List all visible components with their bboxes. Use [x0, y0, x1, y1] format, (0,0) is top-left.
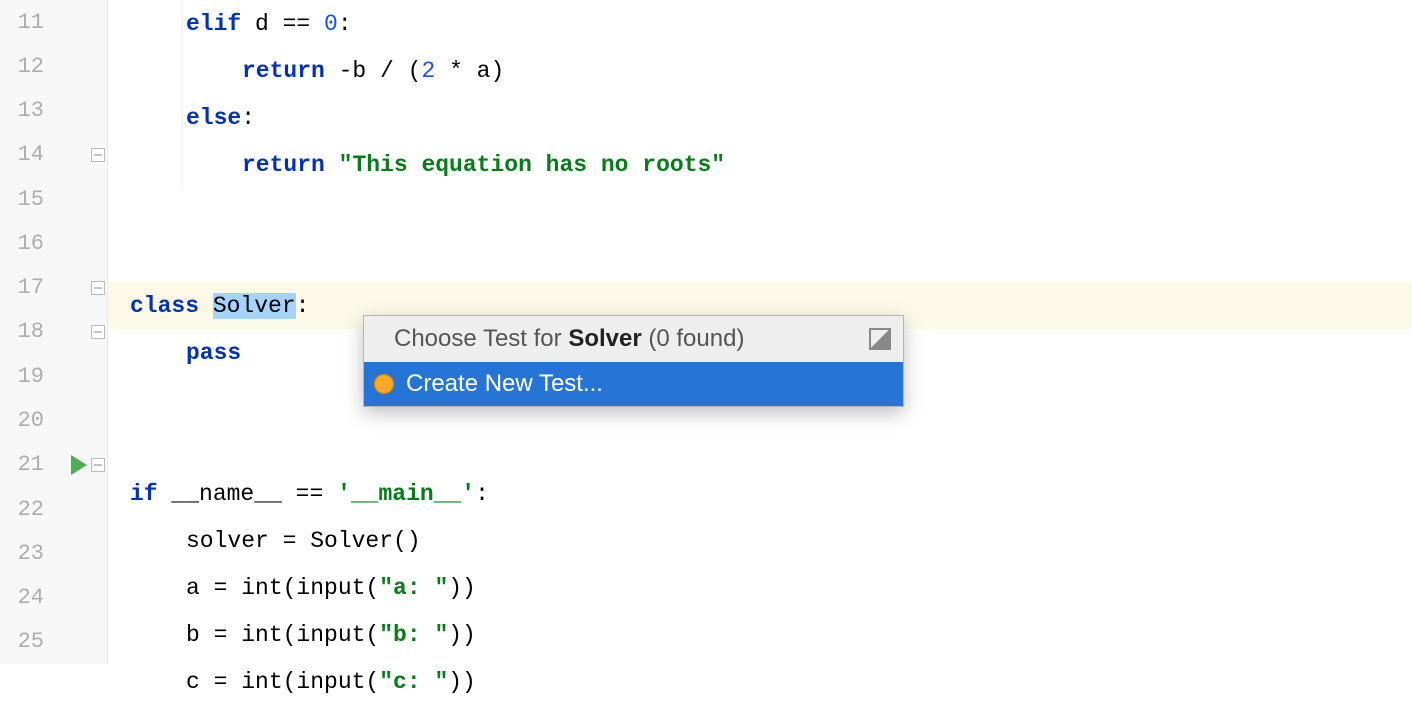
code-line[interactable]: c = int(input("c: ")): [108, 658, 1412, 705]
line-number: 21: [0, 452, 50, 477]
line-number: 25: [0, 629, 50, 654]
choose-test-popup: Choose Test for Solver (0 found) Create …: [363, 315, 904, 407]
keyword: if: [130, 481, 158, 507]
string-literal: "This equation has no roots": [339, 152, 725, 178]
code-text: a = int(input(: [186, 575, 379, 601]
code-text: c = int(input(: [186, 669, 379, 695]
string-literal: "a: ": [379, 575, 448, 601]
line-number: 18: [0, 319, 50, 344]
code-text: ==: [282, 481, 337, 507]
number-literal: 2: [421, 58, 435, 84]
string-literal: "c: ": [379, 669, 448, 695]
pin-icon[interactable]: [869, 328, 891, 350]
code-text: solver = Solver(): [186, 528, 421, 554]
number-literal: 0: [324, 11, 338, 37]
code-text: d ==: [241, 11, 324, 37]
line-number: 22: [0, 497, 50, 522]
fold-close-icon[interactable]: [91, 325, 105, 339]
popup-header-text: Choose Test for: [394, 325, 568, 353]
popup-item-label: Create New Test...: [406, 370, 603, 398]
keyword: return: [242, 58, 325, 84]
identifier: __name__: [171, 481, 281, 507]
keyword: else: [186, 105, 241, 131]
code-text: :: [241, 105, 255, 131]
code-text: :: [296, 293, 310, 319]
code-area[interactable]: elif d == 0: return -b / (2 * a) else: r…: [108, 0, 1412, 664]
popup-header-class: Solver: [568, 325, 641, 353]
code-line[interactable]: elif d == 0:: [108, 0, 1412, 47]
string-literal: "b: ": [379, 622, 448, 648]
code-line[interactable]: solver = Solver(): [108, 517, 1412, 564]
code-line[interactable]: [108, 423, 1412, 470]
line-number: 20: [0, 408, 50, 433]
code-text: )): [448, 622, 476, 648]
line-number: 13: [0, 98, 50, 123]
code-text: :: [475, 481, 489, 507]
line-number: 15: [0, 187, 50, 212]
keyword: pass: [186, 340, 241, 366]
code-text: )): [448, 669, 476, 695]
code-line[interactable]: return -b / (2 * a): [108, 47, 1412, 94]
run-gutter-icon[interactable]: [71, 455, 87, 475]
code-line[interactable]: if __name__ == '__main__':: [108, 470, 1412, 517]
line-number: 23: [0, 541, 50, 566]
gutter: 11 12 13 14 15 16 17 18 19 20 21 22 23 2…: [0, 0, 108, 664]
create-new-test-item[interactable]: Create New Test...: [364, 362, 903, 406]
code-text: b = int(input(: [186, 622, 379, 648]
keyword: return: [242, 152, 325, 178]
popup-header-count: (0 found): [642, 325, 745, 353]
code-line[interactable]: b = int(input("b: ")): [108, 611, 1412, 658]
keyword: elif: [186, 11, 241, 37]
line-number: 17: [0, 275, 50, 300]
code-text: )): [448, 575, 476, 601]
code-editor: 11 12 13 14 15 16 17 18 19 20 21 22 23 2…: [0, 0, 1412, 664]
code-line[interactable]: [108, 235, 1412, 282]
code-line[interactable]: [108, 188, 1412, 235]
code-line[interactable]: a = int(input("a: ")): [108, 564, 1412, 611]
line-number: 14: [0, 142, 50, 167]
line-number: 12: [0, 54, 50, 79]
line-number: 16: [0, 231, 50, 256]
code-text: :: [338, 11, 352, 37]
code-line[interactable]: else:: [108, 94, 1412, 141]
selected-identifier: Solver: [213, 293, 296, 319]
string-literal: '__main__': [337, 481, 475, 507]
line-number: 11: [0, 10, 50, 35]
code-text: -b / (: [325, 58, 422, 84]
code-line[interactable]: return "This equation has no roots": [108, 141, 1412, 188]
code-text: * a): [435, 58, 504, 84]
popup-header: Choose Test for Solver (0 found): [364, 316, 903, 362]
fold-toggle-icon[interactable]: [91, 281, 105, 295]
line-number: 24: [0, 585, 50, 610]
fold-toggle-icon[interactable]: [91, 458, 105, 472]
line-number: 19: [0, 364, 50, 389]
fold-close-icon[interactable]: [91, 148, 105, 162]
lightbulb-icon: [374, 374, 394, 394]
keyword: class: [130, 293, 199, 319]
